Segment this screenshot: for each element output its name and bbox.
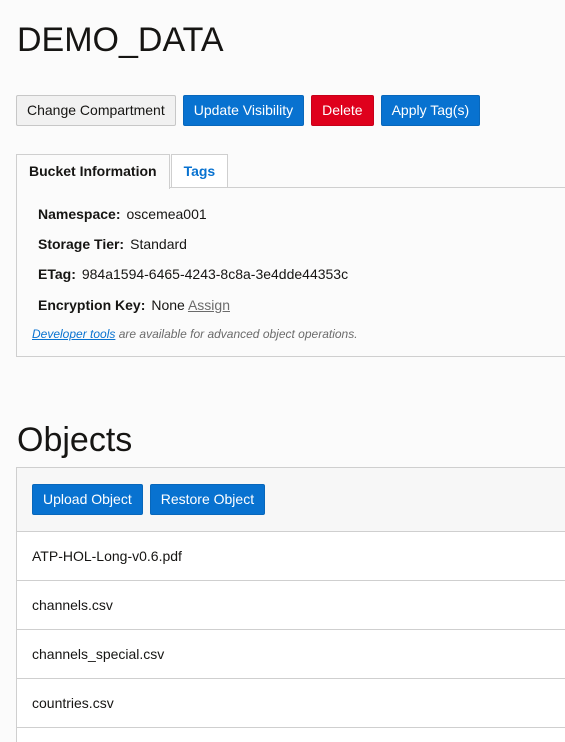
encryption-key-label: Encryption Key: xyxy=(38,297,146,313)
object-row[interactable]: ATP-HOL-Long-v0.6.pdf xyxy=(17,532,565,581)
encryption-key-row: Encryption Key: None Assign xyxy=(38,296,230,314)
delete-button[interactable]: Delete xyxy=(311,95,374,126)
etag-value: 984a1594-6465-4243-8c8a-3e4dde44353c xyxy=(81,266,349,282)
storage-tier-label: Storage Tier: xyxy=(38,236,125,252)
object-row[interactable]: channels.csv xyxy=(17,581,565,630)
developer-tools-note-text: are available for advanced object operat… xyxy=(115,327,358,341)
tab-tags[interactable]: Tags xyxy=(170,154,229,188)
apply-tags-button[interactable]: Apply Tag(s) xyxy=(380,95,481,126)
storage-tier-row: Storage Tier: Standard xyxy=(38,235,187,253)
assign-encryption-key-link[interactable]: Assign xyxy=(188,297,230,313)
etag-row: ETag: 984a1594-6465-4243-8c8a-3e4dde44353… xyxy=(38,265,348,283)
objects-section-title: Objects xyxy=(17,421,133,459)
restore-object-button[interactable]: Restore Object xyxy=(149,484,266,515)
bucket-information-panel: Namespace: oscemea001 Storage Tier: Standa… xyxy=(16,187,565,357)
bucket-actions-toolbar: Change Compartment Update Visibility Del… xyxy=(16,95,481,126)
change-compartment-button[interactable]: Change Compartment xyxy=(16,95,176,126)
object-row[interactable]: channels_special.csv xyxy=(17,630,565,679)
tab-bucket-information[interactable]: Bucket Information xyxy=(16,154,170,189)
namespace-label: Namespace: xyxy=(38,206,121,222)
namespace-row: Namespace: oscemea001 xyxy=(38,205,207,223)
upload-object-button[interactable]: Upload Object xyxy=(32,484,143,515)
encryption-key-value: None xyxy=(151,297,185,313)
namespace-value: oscemea001 xyxy=(126,206,207,222)
object-row[interactable]: countries.csv xyxy=(17,679,565,728)
update-visibility-button[interactable]: Update Visibility xyxy=(182,95,305,126)
etag-label: ETag: xyxy=(38,266,76,282)
objects-toolbar: Upload Object Restore Object xyxy=(17,468,565,532)
objects-panel: Upload Object Restore Object ATP-HOL-Lon… xyxy=(16,467,565,742)
storage-tier-value: Standard xyxy=(130,236,187,252)
bucket-tabs: Bucket Information Tags xyxy=(16,154,229,189)
page-title: DEMO_DATA xyxy=(17,21,224,59)
developer-tools-note: Developer tools are available for advanc… xyxy=(32,327,358,341)
developer-tools-link[interactable]: Developer tools xyxy=(32,327,115,341)
bucket-details-page: DEMO_DATA Change Compartment Update Visi… xyxy=(0,0,565,742)
